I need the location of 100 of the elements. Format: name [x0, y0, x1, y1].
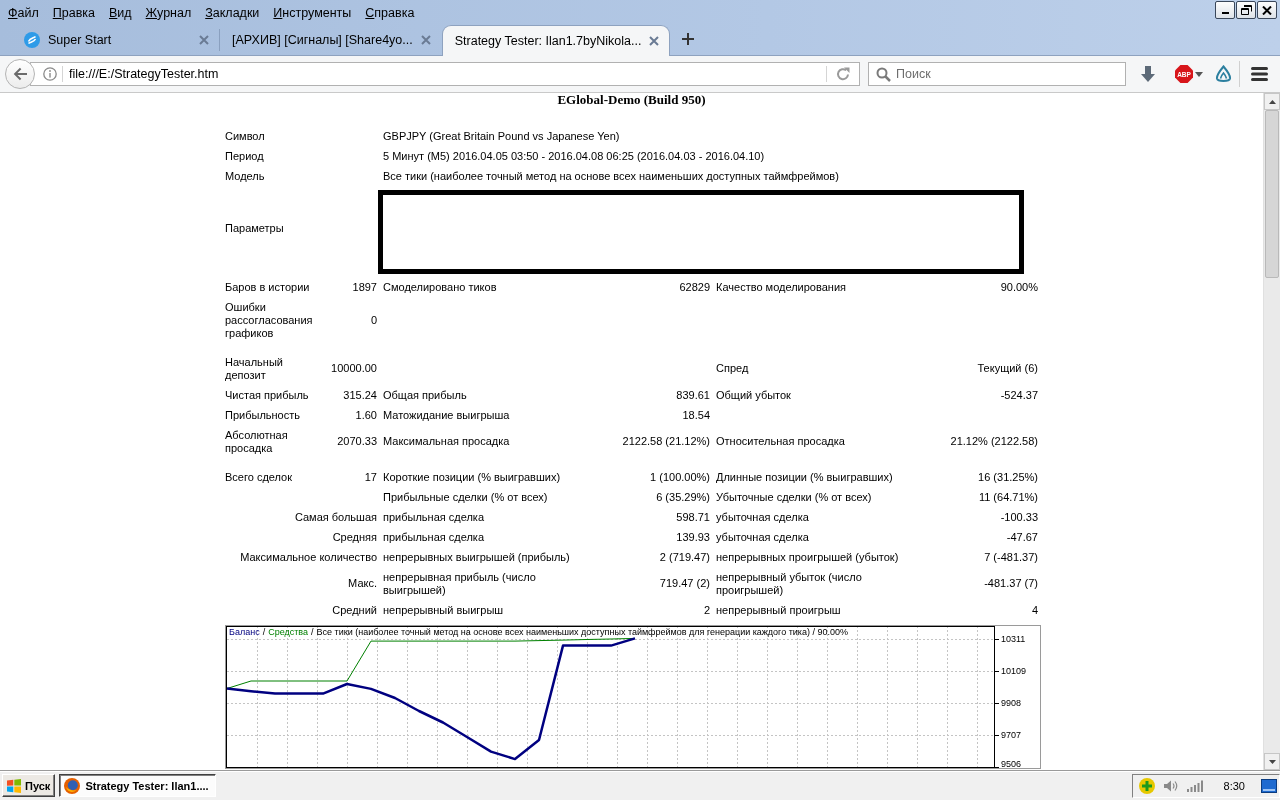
plus-circle-icon[interactable]	[1138, 777, 1155, 794]
menu-item[interactable]: Правка	[45, 3, 102, 22]
search-icon	[876, 66, 891, 82]
caret-icon[interactable]	[1195, 71, 1203, 77]
stat-label: Прибыльность	[225, 408, 300, 422]
address-field[interactable]: file:///E:/StrategyTester.htm	[30, 62, 860, 86]
stat-label: непрерывная прибыль (число выигрышей)	[383, 570, 537, 597]
stat-label: убыточная сделка	[716, 510, 809, 524]
stat-label: Относительная просадка	[716, 435, 845, 448]
triangle-down-icon	[1268, 759, 1276, 764]
scroll-down-button[interactable]	[1264, 753, 1280, 770]
stat-label: непрерывных выигрышей (прибыль)	[383, 550, 570, 564]
stat-value: 719.47 (2)	[659, 577, 710, 590]
field-label: Символ	[225, 129, 265, 143]
scrollbar-thumb[interactable]	[1265, 110, 1279, 278]
legend-label: Баланс	[229, 627, 260, 638]
search-field[interactable]: Поиск	[868, 62, 1126, 86]
stat-value: -47.67	[1006, 530, 1038, 544]
stat-label: непрерывный проигрыш	[716, 603, 841, 617]
field-value: GBPJPY (Great Britain Pound vs Japanese Yen)	[383, 129, 620, 143]
stat-label: Убыточные сделки (% от всех)	[716, 490, 872, 504]
stat-label: прибыльная сделка	[383, 530, 485, 544]
menu-item[interactable]: Журнал	[138, 3, 199, 22]
stat-label: Ошибки рассогласования графиков	[225, 300, 314, 340]
stat-value: 0	[370, 313, 377, 327]
menu-item[interactable]: Справка	[358, 3, 422, 22]
back-button[interactable]	[5, 59, 35, 89]
stat-label: Общий убыток	[716, 388, 791, 402]
teardrop-icon[interactable]	[1215, 65, 1232, 83]
stat-label: Баров в истории	[225, 280, 310, 294]
menu-item[interactable]: Закладки	[198, 3, 267, 22]
menu-icon[interactable]	[1251, 67, 1268, 81]
stat-value: 7 (-481.37)	[984, 550, 1038, 564]
taskbar-button[interactable]: Strategy Tester: Ilan1....	[59, 774, 217, 797]
scrollbar[interactable]	[1263, 93, 1280, 770]
stat-label: Начальный депозит	[225, 355, 284, 382]
clock: 8:30	[1223, 779, 1245, 792]
stat-label: Качество моделирования	[716, 280, 846, 294]
chart-title: Все тики (наиболее точный метод на основе всех наименьших доступных таймфреймов для генерации каждого тика) / 90.00%	[316, 627, 849, 638]
close-button[interactable]	[1257, 1, 1277, 19]
browser-logo-icon	[64, 777, 81, 794]
stat-value: 2	[703, 603, 710, 617]
field-value: 5 Минут (M5) 2016.04.05 03:50 - 2016.04.08 06:25 (2016.04.03 - 2016.04.10)	[383, 149, 765, 163]
speaker-icon[interactable]	[1162, 778, 1179, 793]
stat-value: 2070.33	[337, 435, 377, 448]
plus-icon	[682, 33, 695, 45]
browser-tab[interactable]: Strategy Tester: Ilan1.7byNikola...	[441, 25, 671, 56]
download-icon[interactable]	[1140, 65, 1156, 83]
stat-value: 62829	[679, 280, 710, 294]
stat-label: убыточная сделка	[716, 530, 809, 544]
restore-icon	[1240, 5, 1252, 15]
arrow-left-icon	[12, 66, 28, 82]
row-heading: Самая большая	[294, 510, 377, 524]
stat-label: Прибыльные сделки (% от всех)	[383, 490, 548, 504]
stat-value: -481.37 (7)	[984, 577, 1038, 590]
stat-value: 90.00%	[1000, 280, 1038, 294]
axis-label: 9506	[1001, 759, 1022, 768]
browser-tab[interactable]: Super Start	[12, 29, 220, 51]
menu-item[interactable]: Вид	[102, 3, 139, 22]
stat-value: 4	[1031, 603, 1038, 617]
legend-separator: /	[311, 627, 314, 638]
row-heading: Средняя	[332, 530, 377, 544]
reload-icon[interactable]	[835, 66, 851, 82]
field-value: Все тики (наиболее точный метод на основе всех наименьших доступных таймфреймов)	[383, 169, 839, 183]
signal-bars-icon[interactable]	[1186, 779, 1204, 792]
stat-value: 17	[364, 470, 377, 484]
stat-label: Смоделировано тиков	[383, 280, 497, 294]
browser-tab[interactable]: [АРХИВ] [Сигналы] [Share4yo...	[220, 29, 442, 51]
stat-value: 16 (31.25%)	[978, 470, 1038, 484]
scroll-up-button[interactable]	[1264, 93, 1280, 110]
triangle-up-icon	[1268, 99, 1276, 104]
restore-button[interactable]	[1236, 1, 1256, 19]
stat-label: Матожидание выигрыша	[383, 408, 510, 422]
info-icon[interactable]	[43, 67, 57, 81]
axis-label: 10109	[1001, 666, 1027, 677]
close-icon[interactable]	[649, 36, 660, 46]
stat-value: 6 (35.29%)	[656, 490, 710, 504]
minimize-button[interactable]	[1215, 1, 1235, 19]
menu-item[interactable]: Инструменты	[266, 3, 359, 22]
windows-flag-icon	[6, 778, 22, 793]
axis-label: 10311	[1001, 634, 1026, 645]
stat-value: 2122.58 (21.12%)	[622, 435, 710, 448]
stat-value: 139.93	[676, 530, 710, 544]
start-button[interactable]: Пуск	[2, 774, 56, 797]
stat-value: 1897	[352, 280, 377, 294]
stat-value: Текущий (6)	[977, 362, 1038, 375]
new-tab-button[interactable]	[680, 31, 697, 47]
screen-icon[interactable]	[1261, 778, 1277, 793]
axis-label: 9908	[1001, 698, 1022, 709]
search-input[interactable]: Поиск	[896, 65, 1121, 83]
stat-value: -100.33	[1000, 510, 1038, 524]
menu-item[interactable]: Файл	[1, 3, 46, 22]
close-icon	[1262, 5, 1272, 15]
url-input[interactable]: file:///E:/StrategyTester.htm	[69, 65, 820, 83]
row-heading: Макс.	[348, 577, 377, 590]
stat-value: 839.61	[676, 388, 710, 402]
stat-value: 11 (64.71%)	[978, 490, 1038, 504]
stat-value: 2 (719.47)	[659, 550, 710, 564]
stat-label: Спред	[716, 362, 749, 375]
stat-label: Общая прибыль	[383, 388, 467, 402]
